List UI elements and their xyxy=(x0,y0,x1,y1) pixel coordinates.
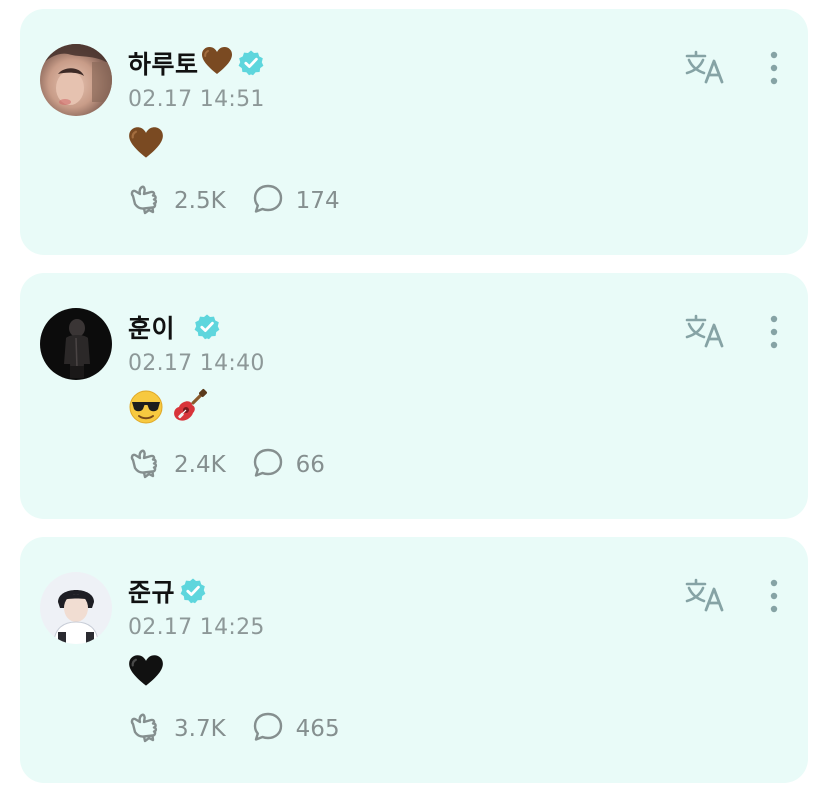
comment-button[interactable]: 66 xyxy=(252,447,325,483)
post-timestamp: 02.17 14:51 xyxy=(128,87,265,112)
post-card[interactable]: 하루토 02.17 14:51 2.5K 174 xyxy=(20,9,808,255)
post-content xyxy=(128,125,164,165)
post-actions: 2.5K 174 xyxy=(128,183,366,219)
post-card[interactable]: 훈이 02.17 14:40 2.4K 66 xyxy=(20,273,808,519)
black-heart-icon xyxy=(128,654,164,692)
like-count: 2.5K xyxy=(174,188,226,214)
translate-button[interactable] xyxy=(684,49,726,85)
translate-icon xyxy=(684,314,726,353)
comment-bubble-icon xyxy=(252,447,284,483)
more-vertical-icon xyxy=(766,315,782,355)
comment-count: 465 xyxy=(295,716,340,742)
comment-button[interactable]: 465 xyxy=(252,711,340,747)
brown-heart-icon xyxy=(128,126,164,164)
verified-badge-icon xyxy=(237,49,265,77)
sunglasses-face-icon xyxy=(128,389,164,429)
post-timestamp: 02.17 14:40 xyxy=(128,351,265,376)
more-options-button[interactable] xyxy=(766,313,782,351)
post-feed: 하루토 02.17 14:51 2.5K 174 훈이 02.17 14:40 … xyxy=(0,0,827,791)
avatar[interactable] xyxy=(40,44,112,116)
author-name[interactable]: 하루토 xyxy=(128,45,199,81)
verified-badge-icon xyxy=(193,313,221,341)
post-card[interactable]: 준규 02.17 14:25 3.7K 465 xyxy=(20,537,808,783)
translate-button[interactable] xyxy=(684,577,726,613)
comment-bubble-icon xyxy=(252,183,284,219)
translate-icon xyxy=(684,50,726,89)
more-options-button[interactable] xyxy=(766,577,782,615)
like-hand-icon xyxy=(128,447,162,483)
more-options-button[interactable] xyxy=(766,49,782,87)
like-hand-icon xyxy=(128,711,162,747)
avatar[interactable] xyxy=(40,308,112,380)
like-count: 3.7K xyxy=(174,716,226,742)
comment-count: 66 xyxy=(295,452,325,478)
post-actions: 3.7K 465 xyxy=(128,711,366,747)
author-row: 훈이 xyxy=(128,309,221,345)
like-button[interactable]: 2.4K xyxy=(128,447,226,483)
more-vertical-icon xyxy=(766,579,782,619)
like-count: 2.4K xyxy=(174,452,226,478)
more-vertical-icon xyxy=(766,51,782,91)
post-content xyxy=(128,653,164,693)
comment-button[interactable]: 174 xyxy=(252,183,340,219)
comment-count: 174 xyxy=(295,188,340,214)
translate-button[interactable] xyxy=(684,313,726,349)
author-name[interactable]: 훈이 xyxy=(128,309,175,345)
brown-heart-icon xyxy=(201,46,233,80)
avatar[interactable] xyxy=(40,572,112,644)
post-actions: 2.4K 66 xyxy=(128,447,351,483)
like-button[interactable]: 3.7K xyxy=(128,711,226,747)
author-row: 하루토 xyxy=(128,45,265,81)
post-content xyxy=(128,389,208,429)
verified-badge-icon xyxy=(179,577,207,605)
translate-icon xyxy=(684,578,726,617)
like-button[interactable]: 2.5K xyxy=(128,183,226,219)
guitar-icon xyxy=(170,388,208,430)
author-name[interactable]: 준규 xyxy=(128,573,175,609)
comment-bubble-icon xyxy=(252,711,284,747)
post-timestamp: 02.17 14:25 xyxy=(128,615,265,640)
author-row: 준규 xyxy=(128,573,207,609)
like-hand-icon xyxy=(128,183,162,219)
